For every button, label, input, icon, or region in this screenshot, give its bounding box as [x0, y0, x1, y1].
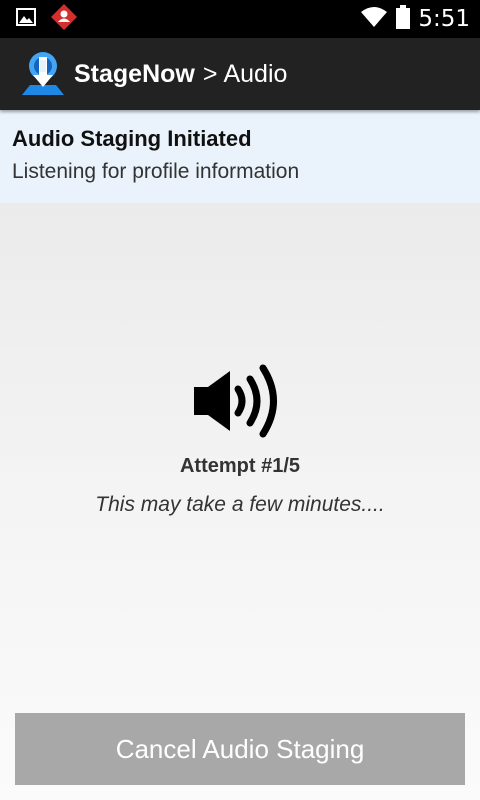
speaker-icon — [192, 363, 288, 439]
status-bar-notifications — [16, 3, 78, 36]
status-subtitle: Listening for profile information — [12, 160, 300, 183]
status-bar-system: 5:51 — [360, 4, 470, 34]
wait-note: This may take a few minutes.... — [95, 493, 385, 516]
app-name: StageNow — [74, 59, 195, 88]
image-notification-icon — [16, 7, 36, 31]
breadcrumb-separator: > — [202, 59, 218, 88]
status-title: Audio Staging Initiated — [12, 126, 252, 151]
status-panel: Audio Staging Initiated Listening for pr… — [0, 110, 480, 203]
cancel-audio-staging-button[interactable]: Cancel Audio Staging — [15, 713, 465, 785]
stagenow-logo-icon[interactable] — [18, 49, 68, 99]
main-content: Attempt #1/5 This may take a few minutes… — [0, 203, 480, 800]
battery-icon — [396, 4, 411, 34]
action-bar: StageNow > Audio — [0, 38, 480, 110]
attempt-counter: Attempt #1/5 — [179, 455, 301, 477]
status-time: 5:51 — [418, 6, 470, 32]
status-bar: 5:51 — [0, 0, 480, 38]
wifi-icon — [360, 6, 388, 33]
section-name: Audio — [223, 59, 288, 88]
app-notification-icon — [50, 3, 78, 36]
action-bar-title: StageNow > Audio — [74, 60, 287, 89]
